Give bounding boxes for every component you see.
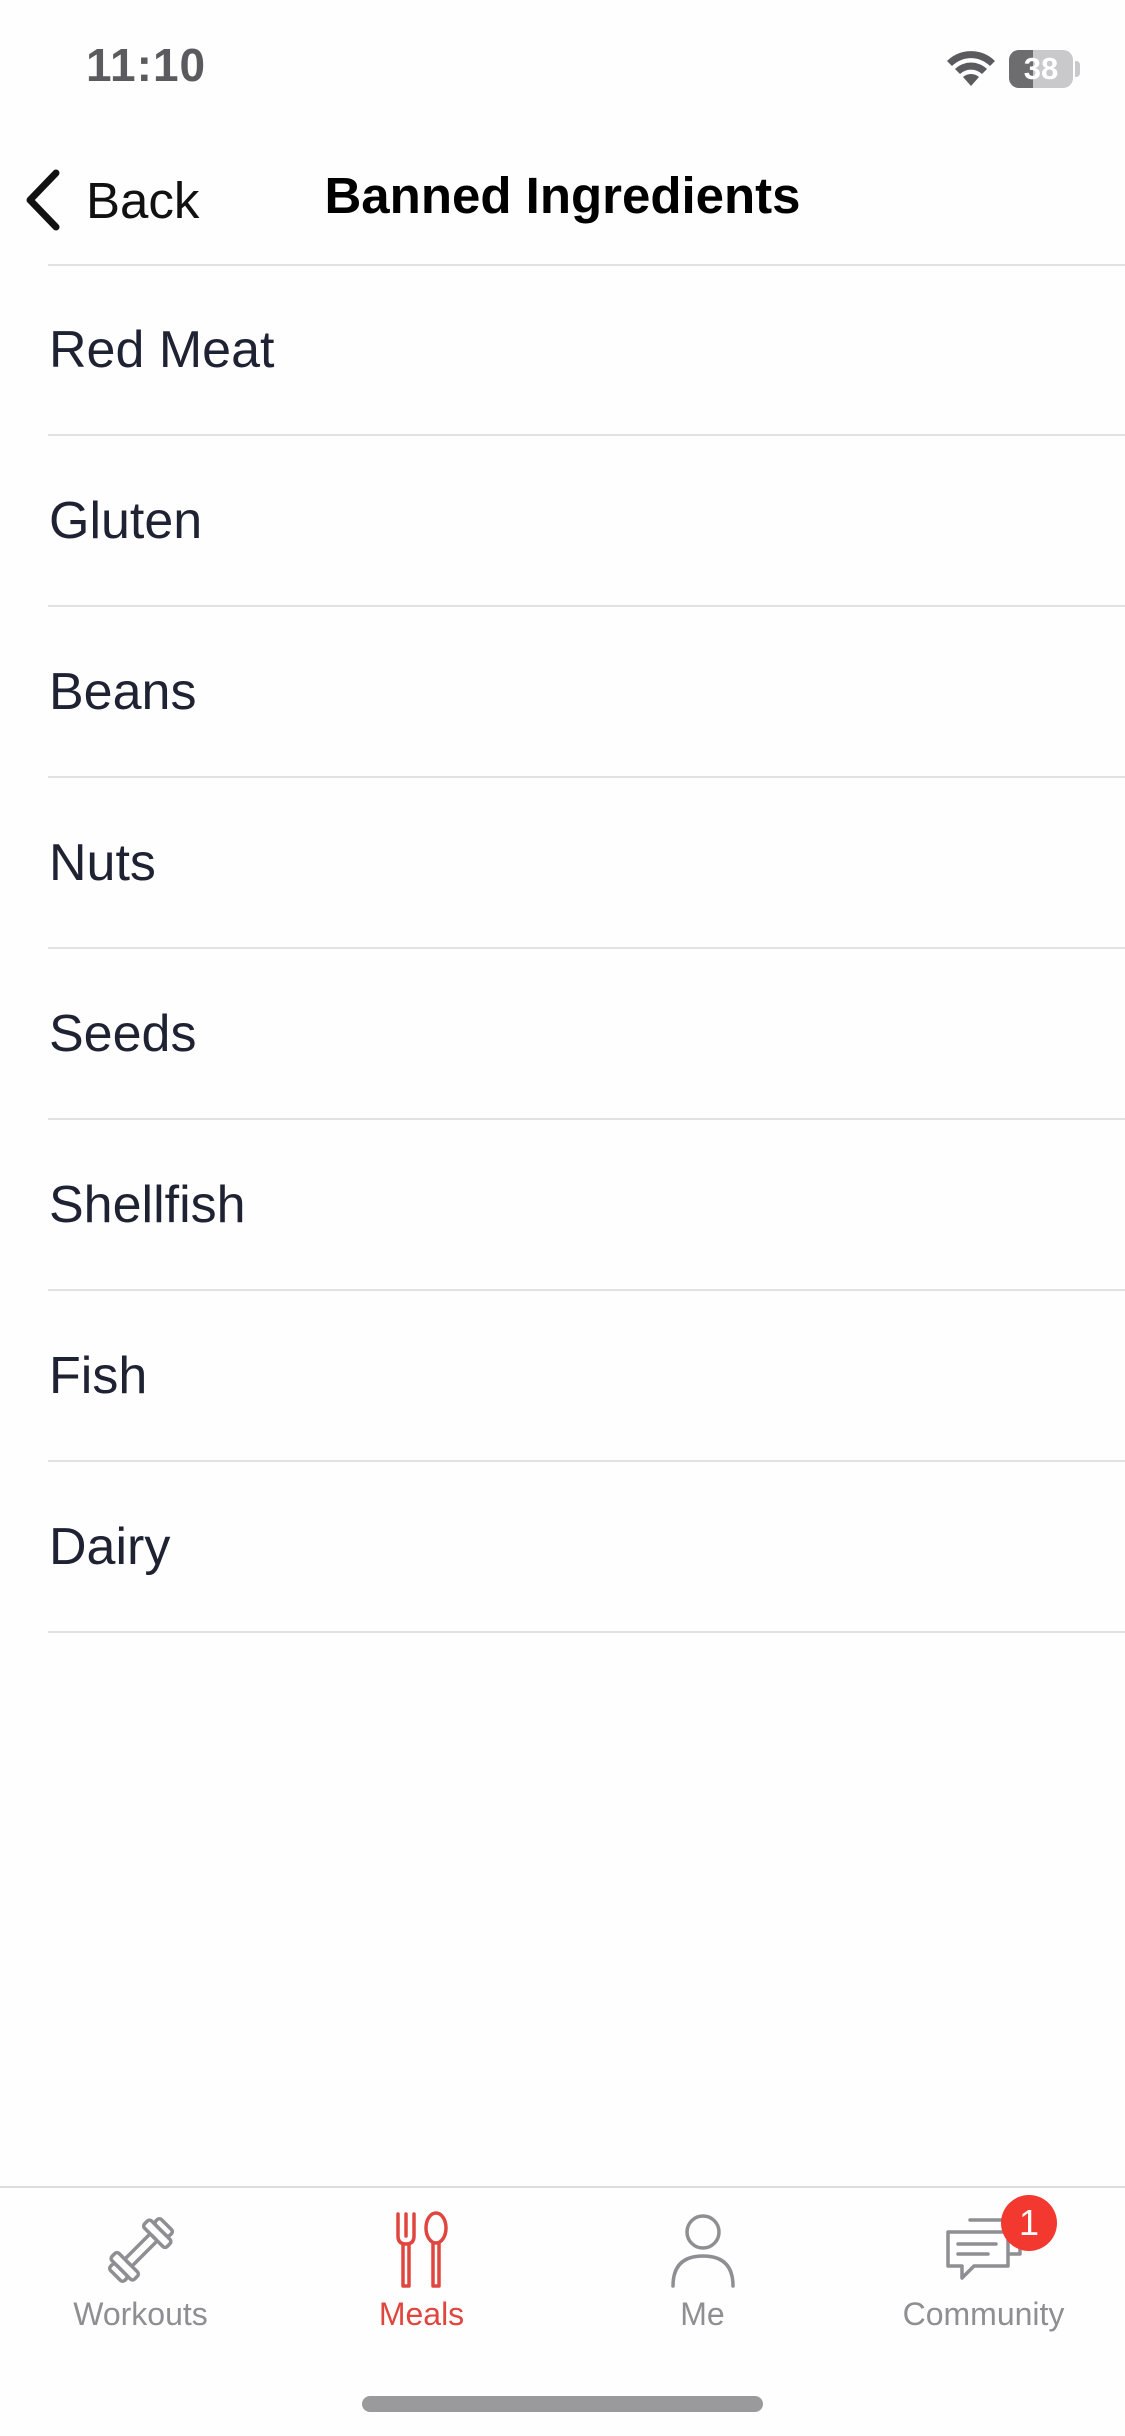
tab-label: Workouts: [73, 2296, 208, 2332]
fork-spoon-icon: [395, 2211, 448, 2288]
list-item-label: Beans: [49, 663, 197, 721]
list-item[interactable]: Shellfish: [0, 1120, 1125, 1291]
list-item[interactable]: Beans: [0, 607, 1125, 778]
list-item[interactable]: Nuts: [0, 778, 1125, 949]
list-item-label: Gluten: [49, 492, 203, 550]
battery-icon: 38: [1009, 50, 1073, 88]
list-item[interactable]: Dairy: [0, 1462, 1125, 1633]
tab-workouts[interactable]: Workouts: [0, 2188, 281, 2358]
list-item-label: Shellfish: [49, 1176, 246, 1234]
tab-community[interactable]: Community: [843, 2188, 1124, 2358]
dumbbell-icon: [107, 2216, 174, 2284]
list-item[interactable]: Fish: [0, 1291, 1125, 1462]
list-item-label: Nuts: [49, 834, 156, 892]
wifi-icon: [947, 51, 995, 86]
status-time: 11:10: [86, 39, 207, 91]
list-item-label: Seeds: [49, 1005, 197, 1063]
list-item-label: Fish: [49, 1347, 148, 1405]
page-title: Banned Ingredients: [324, 167, 801, 224]
battery-percent: 38: [1023, 51, 1059, 86]
tab-label: Community: [902, 2296, 1065, 2332]
home-indicator[interactable]: [362, 2396, 763, 2412]
list-item[interactable]: Seeds: [0, 949, 1125, 1120]
nav-bar: Back Banned Ingredients: [0, 135, 1125, 266]
tab-meals[interactable]: Meals: [281, 2188, 562, 2358]
list-item-label: Red Meat: [49, 321, 275, 379]
list-item[interactable]: Gluten: [0, 436, 1125, 607]
list-item-label: Dairy: [49, 1518, 171, 1576]
tab-me[interactable]: Me: [562, 2188, 843, 2358]
ingredient-list: Red Meat Gluten Beans Nuts Seeds Shellfi…: [0, 265, 1125, 1633]
list-divider: [48, 1631, 1125, 1633]
tab-label: Meals: [378, 2296, 465, 2332]
person-icon: [670, 2214, 735, 2288]
list-item[interactable]: Red Meat: [0, 265, 1125, 436]
screen: 11:10 38 Back Banned Ingredients Red Mea…: [0, 0, 1125, 2436]
notification-badge: 1: [1001, 2195, 1057, 2251]
tab-label: Me: [680, 2296, 725, 2332]
status-bar: 11:10 38: [0, 0, 1125, 135]
battery-cap: [1075, 61, 1080, 77]
